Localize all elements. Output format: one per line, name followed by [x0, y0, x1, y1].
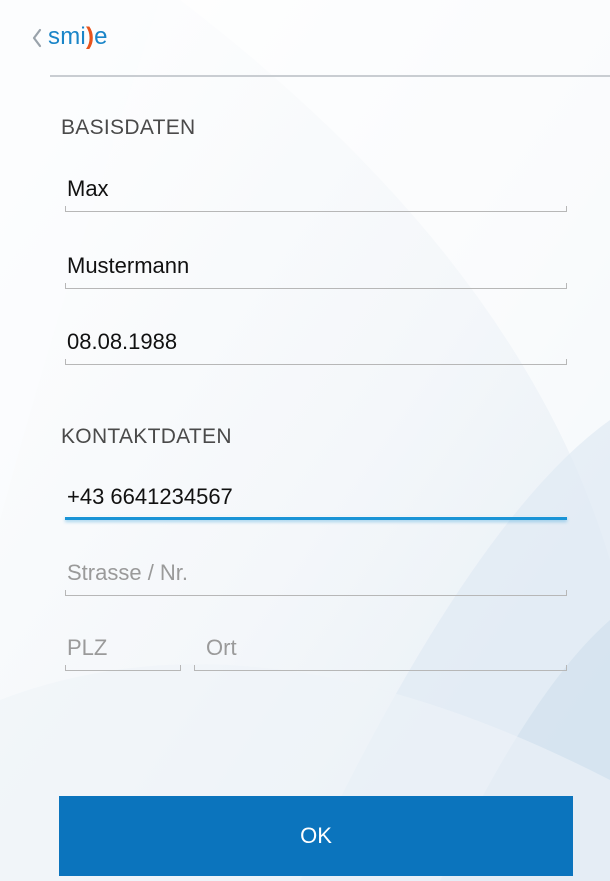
city-underline	[194, 665, 567, 671]
birth-date-field[interactable]: 08.08.1988	[65, 325, 567, 365]
section-title-basisdaten: BASISDATEN	[61, 116, 196, 139]
section-title-kontaktdaten: KONTAKTDATEN	[61, 425, 232, 448]
first-name-underline	[65, 206, 567, 212]
street-field[interactable]: Strasse / Nr.	[65, 556, 567, 596]
logo-text-smi: smi	[48, 23, 86, 50]
first-name-field[interactable]: Max	[65, 172, 567, 212]
logo-text-e: e	[94, 23, 108, 50]
chevron-left-icon[interactable]	[32, 27, 42, 49]
street-placeholder: Strasse / Nr.	[67, 560, 189, 585]
street-underline	[65, 590, 567, 596]
phone-value: +43 6641234567	[67, 484, 233, 509]
zip-field[interactable]: PLZ	[65, 631, 181, 671]
phone-field[interactable]: +43 6641234567	[65, 480, 567, 520]
last-name-underline	[65, 283, 567, 289]
zip-placeholder: PLZ	[67, 635, 108, 660]
logo-text-paren: )	[85, 23, 95, 50]
last-name-value: Mustermann	[67, 253, 190, 278]
city-field[interactable]: Ort	[194, 631, 567, 671]
screen: smi)e BASISDATEN Max Mustermann 08.08.19…	[0, 0, 610, 881]
zip-underline	[65, 665, 181, 671]
last-name-field[interactable]: Mustermann	[65, 249, 567, 289]
app-bar: smi)e	[0, 0, 610, 77]
birth-date-underline	[65, 359, 567, 365]
app-bar-divider	[50, 75, 610, 77]
first-name-value: Max	[67, 176, 109, 201]
city-placeholder: Ort	[206, 635, 237, 660]
ok-button[interactable]: OK	[59, 796, 573, 876]
phone-underline-focused	[65, 516, 567, 520]
birth-date-value: 08.08.1988	[67, 329, 178, 354]
app-logo[interactable]: smi)e	[48, 22, 108, 52]
